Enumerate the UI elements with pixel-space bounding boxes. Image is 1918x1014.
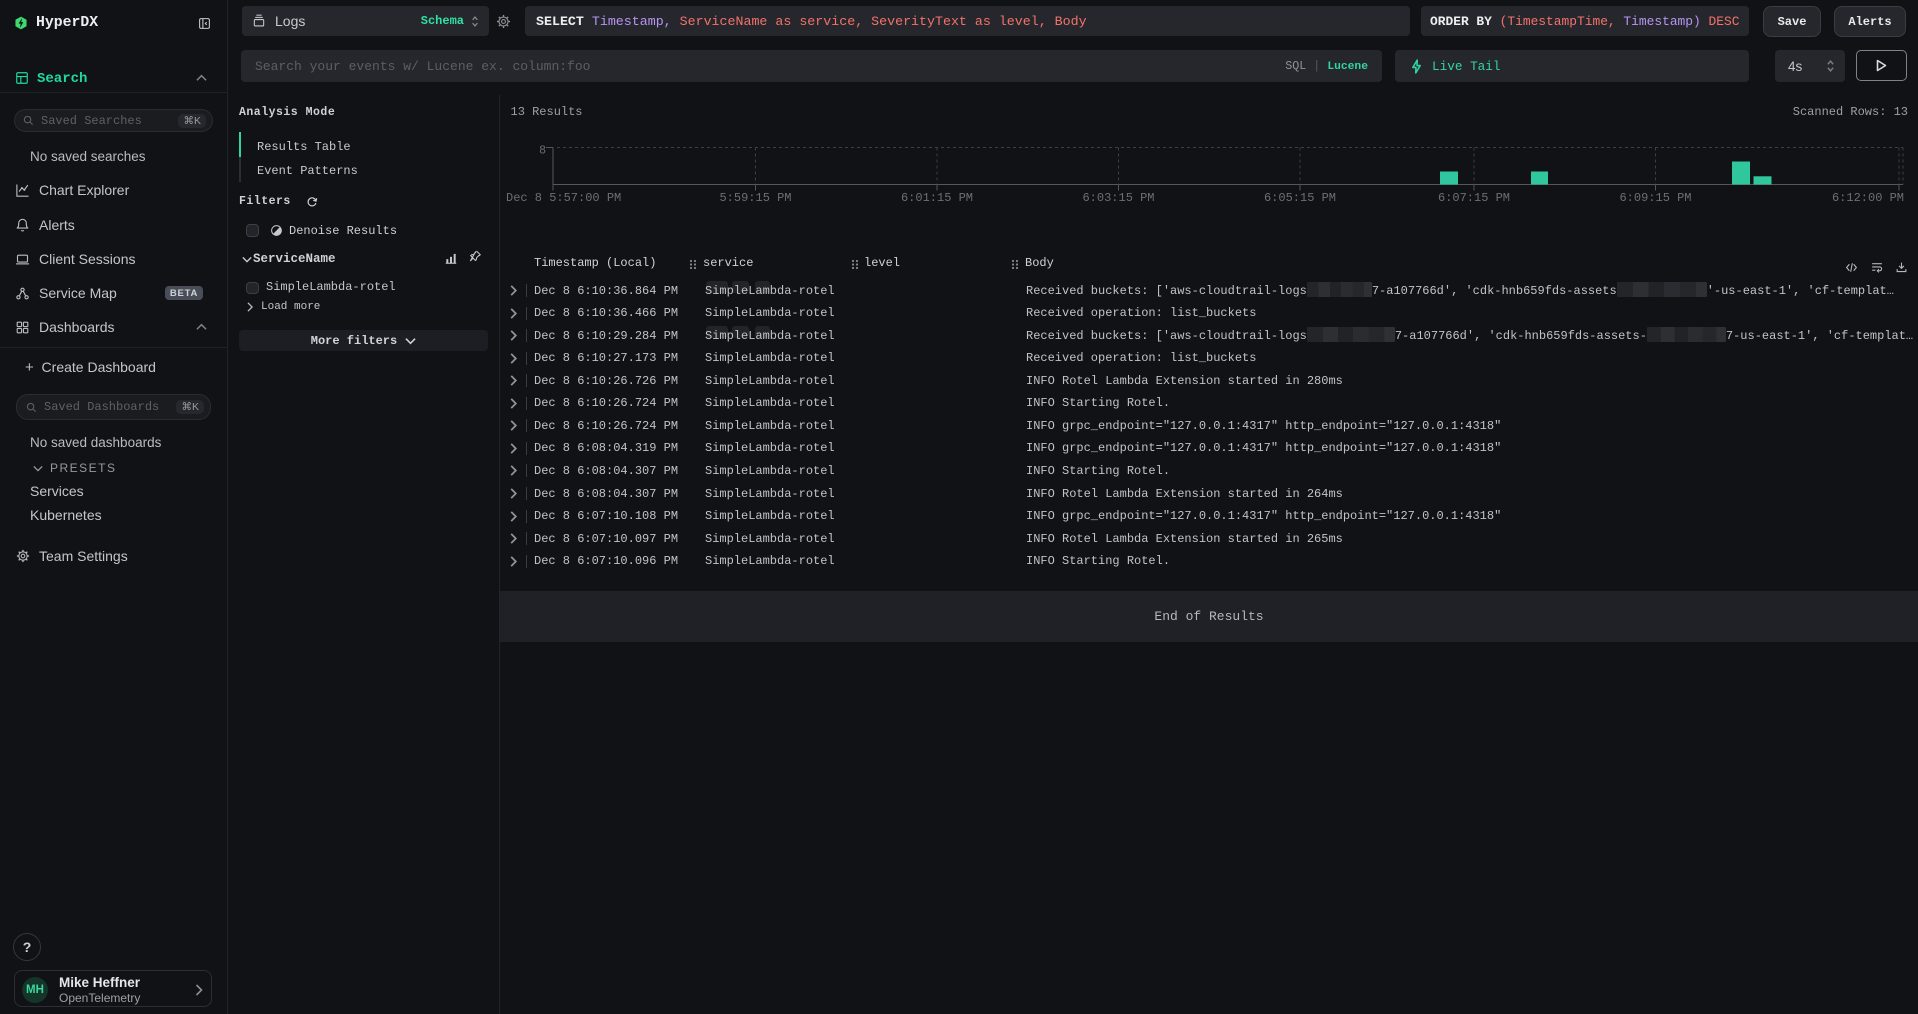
svg-text:6:03:15 PM: 6:03:15 PM [1082,191,1154,205]
svg-text:6:05:15 PM: 6:05:15 PM [1264,191,1336,205]
svg-text:6:07:15 PM: 6:07:15 PM [1438,191,1510,205]
svg-text:Dec 8 5:57:00 PM: Dec 8 5:57:00 PM [506,191,621,205]
svg-text:6:12:00 PM: 6:12:00 PM [1832,191,1904,205]
svg-text:6:09:15 PM: 6:09:15 PM [1619,191,1691,205]
svg-text:6:01:15 PM: 6:01:15 PM [901,191,973,205]
svg-text:8: 8 [539,145,546,158]
svg-text:5:59:15 PM: 5:59:15 PM [719,191,791,205]
